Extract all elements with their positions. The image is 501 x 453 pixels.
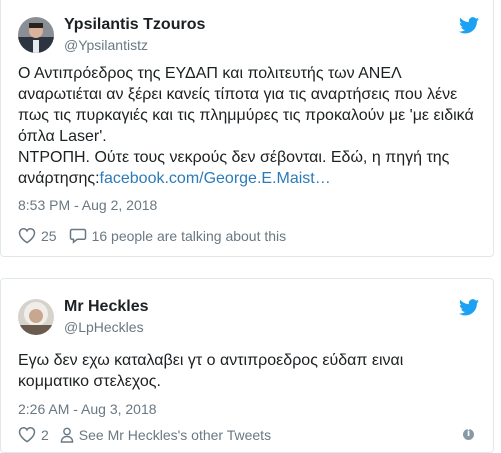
twitter-bird-icon[interactable] <box>459 299 479 316</box>
profile-link-label: See Mr Heckles's other Tweets <box>78 426 272 443</box>
speech-bubble-icon <box>69 228 86 244</box>
tweet-text-fragment: ανάρτησης: <box>18 170 100 187</box>
tweet-actions: 2 See Mr Heckles's other Tweets <box>18 426 271 443</box>
tweet-timestamp[interactable]: 8:53 PM - Aug 2, 2018 <box>18 197 157 213</box>
tweet-text-line-last: ανάρτησης:facebook.com/George.E.Maist… <box>18 168 488 189</box>
avatar[interactable] <box>18 299 54 335</box>
like-button[interactable]: 25 <box>18 227 57 244</box>
tweet-card: Ypsilantis Tzouros @Ypsilantistz Ο Αντιπ… <box>0 0 494 257</box>
profile-link[interactable]: See Mr Heckles's other Tweets <box>60 427 271 443</box>
person-icon <box>60 427 74 443</box>
author-name[interactable]: Mr Heckles <box>64 298 149 316</box>
author-name[interactable]: Ypsilantis Tzouros <box>64 16 205 34</box>
tweet-text-line: κομματικο στελεχος. <box>18 373 161 390</box>
author-handle[interactable]: @LpHeckles <box>64 319 144 335</box>
tweet-text-line: Ο Αντιπρόεδρος της ΕΥΔΑΠ και πολιτευτής … <box>18 65 402 82</box>
tweet-text: Εγω δεν εχω καταλαβει γτ ο αντιπροεδρος … <box>18 350 488 392</box>
like-count: 25 <box>41 227 57 244</box>
tweet-text-line: αναρωτιέται αν ξέρει κανείς τίποτα για τ… <box>18 86 458 103</box>
tweet-actions: 25 16 people are talking about this <box>18 227 286 244</box>
tweet-text-line: ΝΤΡΟΠΗ. Ούτε τους νεκρούς δεν σέβονται. … <box>18 149 450 166</box>
like-button[interactable]: 2 <box>18 426 49 443</box>
heart-icon <box>18 426 36 443</box>
conversation-label: 16 people are talking about this <box>91 227 287 244</box>
like-count: 2 <box>41 426 49 443</box>
source-link[interactable]: facebook.com/George.E.Maist… <box>100 170 331 187</box>
heart-icon <box>18 227 36 244</box>
avatar[interactable] <box>18 17 54 53</box>
tweet-timestamp[interactable]: 2:26 AM - Aug 3, 2018 <box>18 401 157 417</box>
info-icon[interactable]: i <box>463 429 474 440</box>
tweet-card: Mr Heckles @LpHeckles Εγω δεν εχω καταλα… <box>0 278 494 453</box>
tweet-text-line: πως τις πυρκαγιές και τις πλημμύρες τις … <box>18 107 474 124</box>
conversation-link[interactable]: 16 people are talking about this <box>69 227 287 244</box>
tweet-text: Ο Αντιπρόεδρος της ΕΥΔΑΠ και πολιτευτής … <box>18 63 488 189</box>
tweet-text-line: Εγω δεν εχω καταλαβει γτ ο αντιπροεδρος … <box>18 352 404 369</box>
author-handle[interactable]: @Ypsilantistz <box>64 37 148 53</box>
tweet-text-line: όπλα Laser'. <box>18 128 107 145</box>
twitter-bird-icon[interactable] <box>459 17 479 34</box>
